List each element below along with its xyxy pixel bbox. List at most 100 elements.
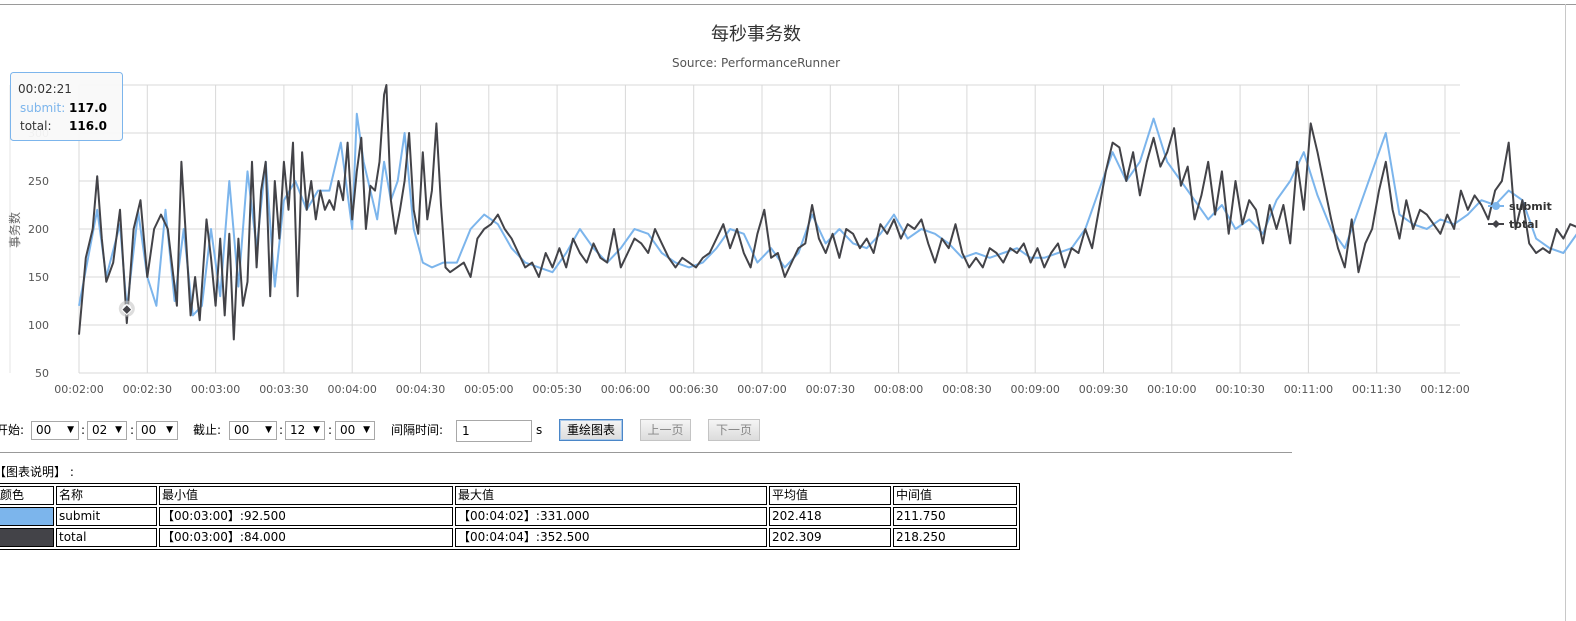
y-tick-label: 100: [28, 319, 49, 332]
cell-min: 【00:03:00】:84.000: [159, 528, 453, 547]
colon-separator: :: [130, 423, 135, 437]
dropdown-arrow-icon: ▼: [115, 425, 122, 435]
start-second-select[interactable]: 00 ▼: [136, 421, 178, 440]
x-tick-label: 00:02:00: [54, 383, 103, 396]
section-divider: [0, 452, 1292, 453]
x-tick-label: 00:06:00: [601, 383, 650, 396]
x-tick-label: 00:11:30: [1352, 383, 1401, 396]
cell-name: total: [56, 528, 157, 547]
x-tick-label: 00:04:30: [396, 383, 445, 396]
stats-table: 颜色 名称 最小值 最大值 平均值 中间值 submit 【00:03:00】:…: [0, 483, 1020, 550]
start-label: 开始:: [0, 423, 25, 437]
header-max: 最大值: [455, 486, 767, 505]
color-swatch-submit: [0, 507, 54, 526]
legend-marker-submit: [1492, 202, 1500, 210]
tps-line-chart: 每秒事务数 Source: PerformanceRunner 事务数 50 10…: [7, 24, 1576, 396]
x-tick-label: 00:02:30: [123, 383, 172, 396]
start-hour-select[interactable]: 00 ▼: [31, 421, 79, 440]
x-tick-label: 00:08:30: [942, 383, 991, 396]
x-tick-label: 00:05:00: [464, 383, 513, 396]
dropdown-arrow-icon: ▼: [363, 425, 370, 435]
series-layer: [78, 84, 1576, 341]
x-tick-label: 00:07:30: [806, 383, 855, 396]
x-tick-label: 00:10:30: [1215, 383, 1264, 396]
dropdown-arrow-icon: ▼: [313, 425, 320, 435]
end-second-value: 00: [340, 423, 356, 437]
tooltip: 00:02:21 submit: 117.0 total: 116.0: [10, 72, 123, 141]
legend-label-submit: submit: [1509, 200, 1552, 213]
y-tick-labels: 50100150200250300: [28, 127, 49, 380]
chart-title: 每秒事务数: [711, 24, 801, 45]
end-label: 截止:: [193, 423, 222, 437]
cell-avg: 202.418: [769, 507, 891, 526]
header-color: 颜色: [0, 486, 54, 505]
cell-name: submit: [56, 507, 157, 526]
x-tick-label: 00:10:00: [1147, 383, 1196, 396]
x-tick-label: 00:11:00: [1284, 383, 1333, 396]
interval-input[interactable]: [456, 420, 532, 442]
start-minute-value: 02: [92, 423, 108, 437]
tooltip-time: 00:02:21: [18, 82, 72, 96]
header-min: 最小值: [159, 486, 453, 505]
prev-page-button[interactable]: 上一页: [640, 419, 691, 441]
chart-subtitle: Source: PerformanceRunner: [672, 56, 840, 70]
series-line-submit: [78, 112, 1576, 317]
cell-max: 【00:04:04】:352.500: [455, 528, 767, 547]
end-minute-value: 12: [290, 423, 306, 437]
color-swatch-total: [0, 528, 54, 547]
end-hour-value: 00: [234, 423, 250, 437]
y-tick-label: 50: [35, 367, 49, 380]
header-avg: 平均值: [769, 486, 891, 505]
start-second-value: 00: [141, 423, 157, 437]
legend-label-total: total: [1509, 218, 1538, 231]
y-tick-label: 250: [28, 175, 49, 188]
end-hour-select[interactable]: 00 ▼: [229, 421, 277, 440]
table-row: total 【00:03:00】:84.000 【00:04:04】:352.5…: [0, 528, 1017, 547]
next-page-button[interactable]: 下一页: [708, 419, 760, 441]
x-tick-label: 00:08:00: [874, 383, 923, 396]
header-median: 中间值: [893, 486, 1017, 505]
tooltip-value-total: 116.0: [69, 119, 107, 133]
x-tick-labels: 00:02:00 00:02:30 00:03:00 00:03:30 00:04:00…: [54, 383, 1469, 396]
chart-grid: [9, 84, 1460, 374]
y-axis-label: 事务数: [7, 212, 22, 248]
start-hour-value: 00: [36, 423, 52, 437]
colon-separator: :: [81, 423, 86, 437]
tooltip-value-submit: 117.0: [69, 101, 107, 115]
x-tick-label: 00:09:00: [1010, 383, 1059, 396]
cell-avg: 202.309: [769, 528, 891, 547]
header-name: 名称: [56, 486, 157, 505]
start-minute-select[interactable]: 02 ▼: [87, 421, 127, 440]
tooltip-label-total: total:: [20, 119, 51, 133]
x-tick-label: 00:06:30: [669, 383, 718, 396]
x-tick-label: 00:09:30: [1079, 383, 1128, 396]
tooltip-label-submit: submit:: [20, 101, 65, 115]
cell-min: 【00:03:00】:92.500: [159, 507, 453, 526]
interval-label: 间隔时间:: [391, 423, 444, 437]
legend-marker-total: [1492, 220, 1500, 228]
colon-separator: :: [328, 423, 333, 437]
dropdown-arrow-icon: ▼: [67, 425, 74, 435]
x-tick-label: 00:03:00: [191, 383, 240, 396]
x-tick-label: 00:04:00: [327, 383, 376, 396]
interval-unit: s: [536, 423, 543, 437]
chart-legend: submit total: [1488, 200, 1552, 231]
y-tick-label: 150: [28, 271, 49, 284]
redraw-chart-button[interactable]: 重绘图表: [559, 419, 623, 441]
dropdown-arrow-icon: ▼: [166, 425, 173, 435]
table-row: submit 【00:03:00】:92.500 【00:04:02】:331.…: [0, 507, 1017, 526]
series-line-total: [78, 84, 1576, 341]
cell-median: 211.750: [893, 507, 1017, 526]
x-tick-label: 00:07:00: [737, 383, 786, 396]
legend-section-title: 【图表说明】 :: [0, 465, 74, 479]
colon-separator: :: [279, 423, 284, 437]
end-minute-select[interactable]: 12 ▼: [285, 421, 325, 440]
cell-median: 218.250: [893, 528, 1017, 547]
x-tick-label: 00:05:30: [532, 383, 581, 396]
y-tick-label: 200: [28, 223, 49, 236]
cell-max: 【00:04:02】:331.000: [455, 507, 767, 526]
x-tick-label: 00:12:00: [1420, 383, 1469, 396]
end-second-select[interactable]: 00 ▼: [335, 421, 375, 440]
table-header-row: 颜色 名称 最小值 最大值 平均值 中间值: [0, 486, 1017, 505]
dropdown-arrow-icon: ▼: [265, 425, 272, 435]
